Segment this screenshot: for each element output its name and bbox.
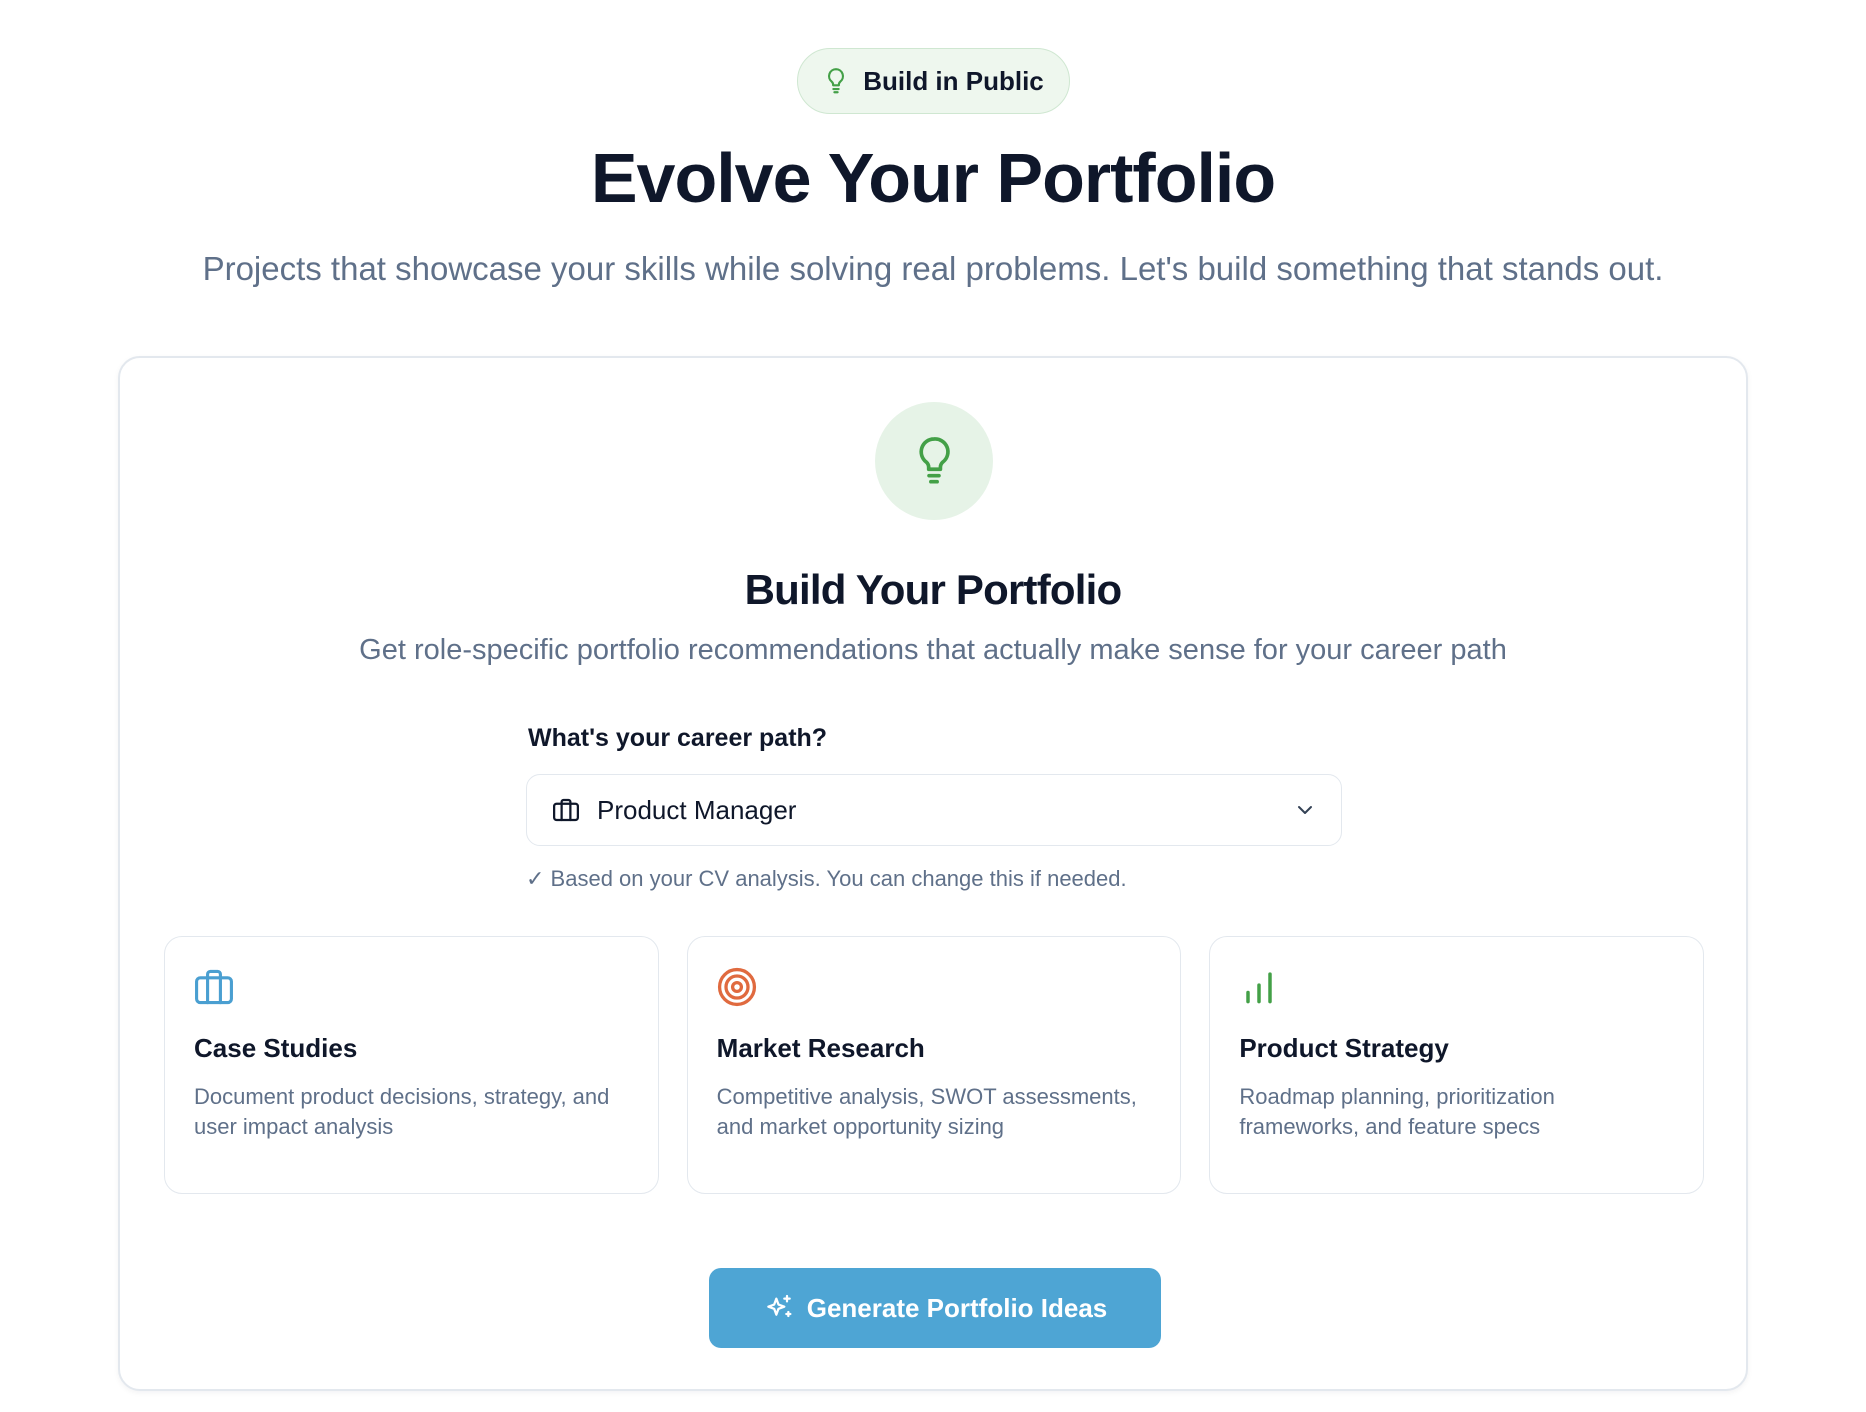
- build-in-public-badge: Build in Public: [797, 48, 1070, 114]
- page-subtitle: Projects that showcase your skills while…: [202, 250, 1664, 287]
- feature-title: Case Studies: [194, 1033, 358, 1063]
- briefcase-icon: [192, 965, 236, 1009]
- badge-label: Build in Public: [863, 65, 1044, 96]
- card-subtitle: Get role-specific portfolio recommendati…: [359, 634, 1507, 666]
- briefcase-icon: [551, 795, 581, 825]
- career-path-select[interactable]: Product Manager: [526, 774, 1342, 846]
- card-title: Build Your Portfolio: [744, 566, 1123, 613]
- bar-chart-icon: [1237, 965, 1281, 1009]
- lightbulb-icon: [823, 66, 849, 96]
- feature-card-case-studies: Case Studies Document product decisions,…: [164, 936, 659, 1194]
- generate-button-label: Generate Portfolio Ideas: [806, 1292, 1108, 1323]
- feature-cards: Case Studies Document product decisions,…: [164, 936, 1705, 1194]
- page-title: Evolve Your Portfolio: [590, 139, 1276, 217]
- lightbulb-icon: [912, 434, 956, 488]
- feature-description: Roadmap planning, prioritization framewo…: [1239, 1084, 1555, 1139]
- feature-description: Competitive analysis, SWOT assessments, …: [716, 1084, 1137, 1139]
- sparkles-icon: [763, 1292, 795, 1324]
- feature-description: Document product decisions, strategy, an…: [194, 1084, 610, 1139]
- feature-title: Product Strategy: [1239, 1033, 1449, 1063]
- lightbulb-avatar: [875, 402, 993, 520]
- career-path-value: Product Manager: [597, 794, 797, 825]
- feature-card-product-strategy: Product Strategy Roadmap planning, prior…: [1209, 936, 1705, 1194]
- feature-card-market-research: Market Research Competitive analysis, SW…: [686, 936, 1182, 1194]
- target-icon: [715, 965, 759, 1009]
- career-path-label: What's your career path?: [528, 724, 828, 752]
- portfolio-card: Build Your Portfolio Get role-specific p…: [118, 356, 1748, 1391]
- feature-title: Market Research: [716, 1033, 925, 1063]
- chevron-down-icon: [1293, 798, 1317, 822]
- generate-portfolio-ideas-button[interactable]: Generate Portfolio Ideas: [709, 1268, 1161, 1348]
- cv-analysis-hint: ✓ Based on your CV analysis. You can cha…: [526, 866, 1127, 891]
